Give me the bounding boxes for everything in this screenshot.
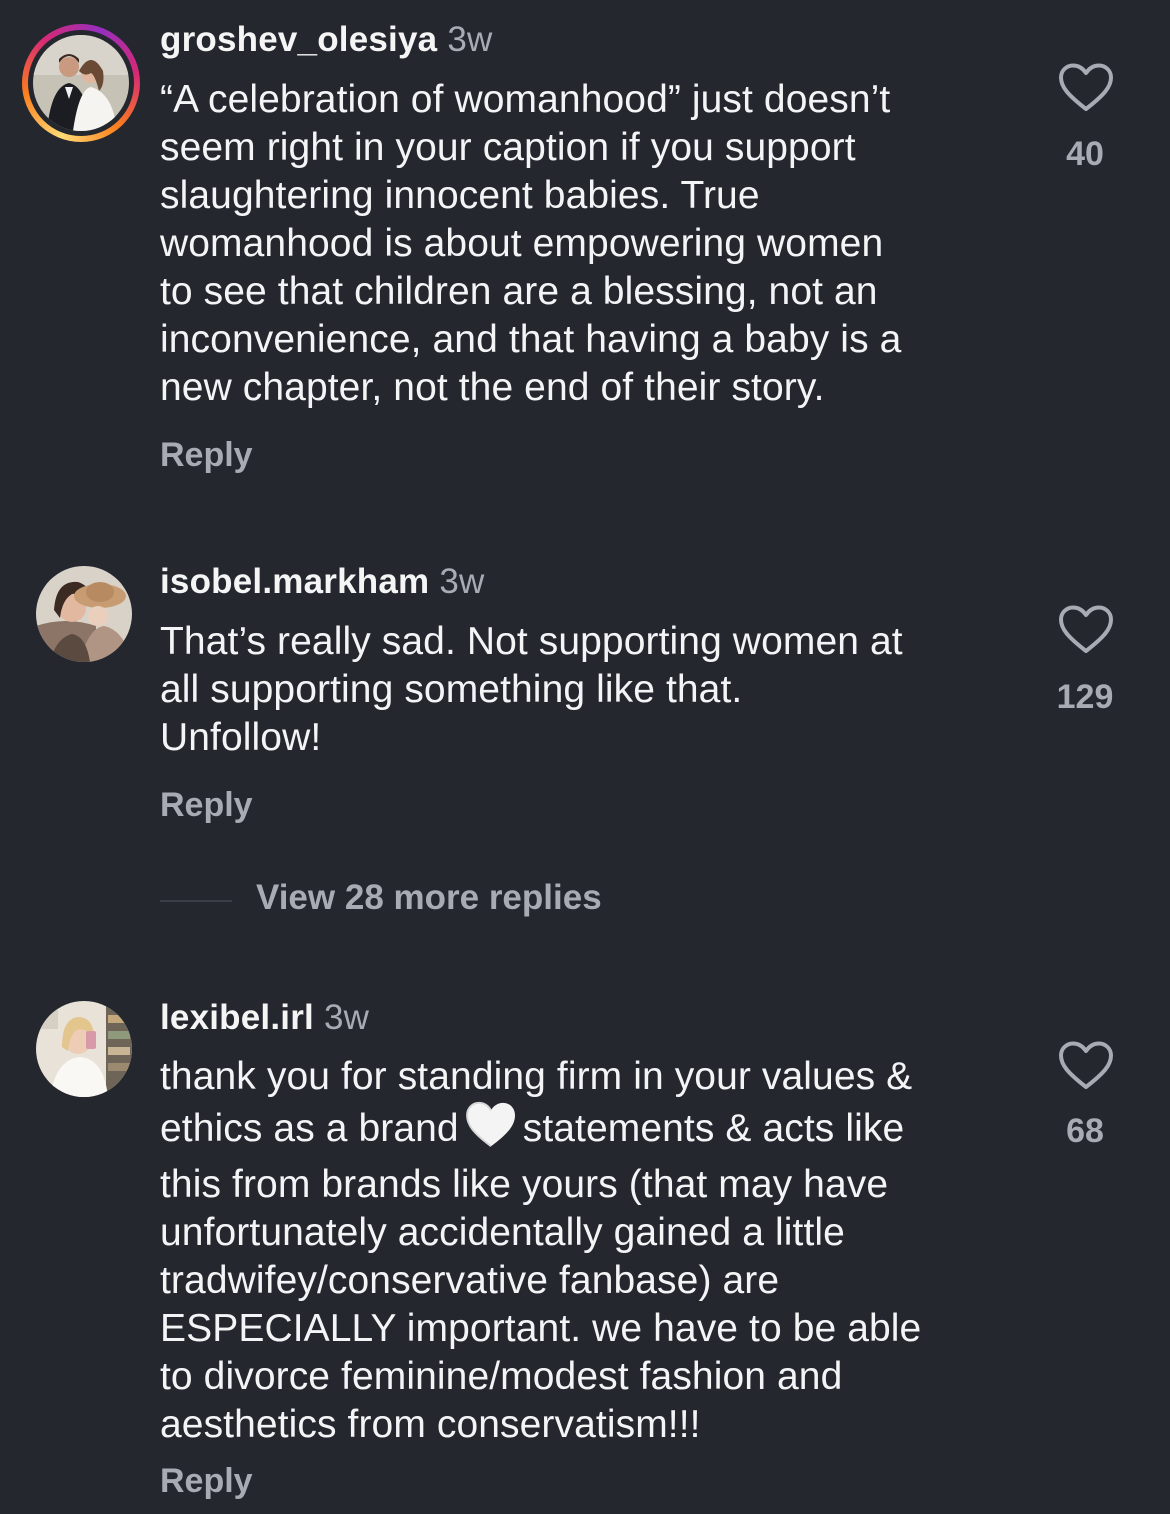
username[interactable]: isobel.markham 3w	[160, 562, 484, 602]
timestamp: 3w	[323, 998, 370, 1037]
white-heart-emoji	[465, 1101, 517, 1161]
username[interactable]: groshev_olesiya 3w	[160, 20, 492, 60]
reply-button[interactable]: Reply	[160, 1462, 253, 1501]
heart-outline-icon[interactable]	[1058, 62, 1114, 114]
timestamp: 3w	[447, 20, 493, 59]
avatar[interactable]	[33, 35, 129, 131]
reply-button[interactable]: Reply	[160, 436, 253, 475]
like-count: 68	[1066, 1112, 1104, 1150]
username[interactable]: lexibel.irl 3w	[160, 998, 369, 1038]
divider	[160, 900, 232, 902]
comment-text: “A celebration of womanhood” just doesn’…	[160, 78, 902, 409]
heart-outline-icon[interactable]	[1058, 604, 1114, 656]
like-count: 129	[1056, 678, 1114, 716]
heart-outline-icon[interactable]	[1058, 1040, 1114, 1092]
avatar[interactable]	[36, 1001, 132, 1097]
avatar[interactable]	[36, 566, 132, 662]
like-count: 40	[1066, 135, 1104, 173]
comment-text: thank you for standing firm in your valu…	[160, 1055, 922, 1446]
timestamp: 3w	[439, 562, 485, 601]
comment-text: That’s really sad. Not supporting women …	[160, 620, 903, 759]
reply-button[interactable]: Reply	[160, 786, 253, 825]
